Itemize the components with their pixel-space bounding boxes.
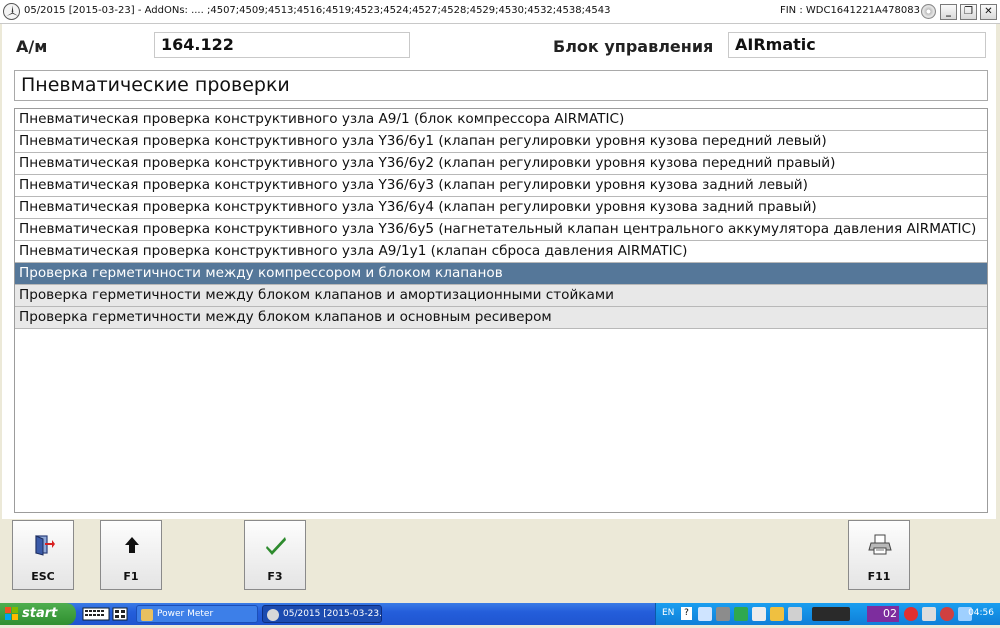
start-label: start (22, 606, 58, 621)
quick-launch (82, 606, 130, 622)
application-window: 05/2015 [2015-03-23] - AddONs: .... ;450… (0, 0, 1000, 603)
f3-label: F3 (267, 570, 283, 583)
control-unit-value-field: AIRmatic (728, 32, 986, 58)
control-unit-label: Блок управления (553, 37, 714, 56)
shield-icon[interactable] (922, 607, 936, 621)
taskbar: start Power Meter 05/2015 [2015-03-23...… (0, 603, 1000, 625)
folder-icon[interactable] (770, 607, 784, 621)
network-icon[interactable] (734, 607, 748, 621)
checkmark-icon (264, 533, 288, 557)
list-item[interactable]: Проверка герметичности между блоком клап… (15, 307, 987, 329)
vehicle-label: А/м (16, 37, 48, 56)
f1-button[interactable]: F1 (100, 520, 162, 590)
mercedes-star-icon (3, 3, 20, 20)
exit-door-icon (32, 533, 56, 557)
mercedes-star-icon (267, 609, 279, 621)
f3-button[interactable]: F3 (244, 520, 306, 590)
system-tray: EN ? 02 04:56 (655, 603, 1000, 625)
printer-icon (868, 533, 892, 557)
disc-icon (921, 4, 936, 19)
f11-button[interactable]: F11 (848, 520, 910, 590)
list-item[interactable]: Пневматическая проверка конструктивного … (15, 109, 987, 131)
f11-label: F11 (867, 570, 891, 583)
list-item[interactable]: Пневматическая проверка конструктивного … (15, 219, 987, 241)
test-list: Пневматическая проверка конструктивного … (14, 108, 988, 513)
esc-button[interactable]: ESC (12, 520, 74, 590)
title-bar: 05/2015 [2015-03-23] - AddONs: .... ;450… (0, 0, 1000, 24)
clock: 04:56 (968, 608, 994, 618)
start-button[interactable]: start (0, 603, 76, 625)
f1-label: F1 (123, 570, 139, 583)
fin-label: FIN : WDC1641221A478083 (779, 5, 920, 16)
list-item[interactable]: Пневматическая проверка конструктивного … (15, 241, 987, 263)
section-title: Пневматические проверки (14, 70, 988, 101)
list-item[interactable]: Пневматическая проверка конструктивного … (15, 131, 987, 153)
list-item[interactable]: Пневматическая проверка конструктивного … (15, 197, 987, 219)
power-meter-icon (141, 609, 153, 621)
windows-flag-icon (5, 607, 19, 621)
window-title: 05/2015 [2015-03-23] - AddONs: .... ;450… (24, 5, 611, 16)
usb-icon[interactable] (752, 607, 766, 621)
list-item[interactable]: Проверка герметичности между блоком клап… (15, 285, 987, 307)
minimize-button[interactable]: _ (940, 4, 957, 20)
taskbar-item-xentry[interactable]: 05/2015 [2015-03-23... (262, 605, 382, 623)
help-icon[interactable]: ? (681, 607, 692, 620)
alert-icon[interactable] (904, 607, 918, 621)
close-button[interactable]: ✕ (980, 4, 997, 20)
list-item[interactable]: Пневматическая проверка конструктивного … (15, 153, 987, 175)
esc-label: ESC (31, 570, 55, 583)
security-icon[interactable] (940, 607, 954, 621)
speaker-icon[interactable] (698, 607, 712, 621)
taskbar-item-power-meter[interactable]: Power Meter (136, 605, 258, 623)
connection-badge[interactable]: 02 (867, 606, 899, 622)
language-indicator[interactable]: EN (662, 608, 674, 618)
list-item[interactable]: Пневматическая проверка конструктивного … (15, 175, 987, 197)
list-item-selected[interactable]: Проверка герметичности между компрессоро… (15, 263, 987, 285)
arrow-up-icon (120, 533, 144, 557)
multiplexer-icon[interactable] (812, 607, 850, 621)
main-panel: А/м 164.122 Блок управления AIRmatic Пне… (2, 24, 996, 519)
diagnostic-device-icon[interactable] (788, 607, 802, 621)
vehicle-value-field: 164.122 (154, 32, 410, 58)
restore-button[interactable]: ❐ (960, 4, 977, 20)
device-icon[interactable] (716, 607, 730, 621)
